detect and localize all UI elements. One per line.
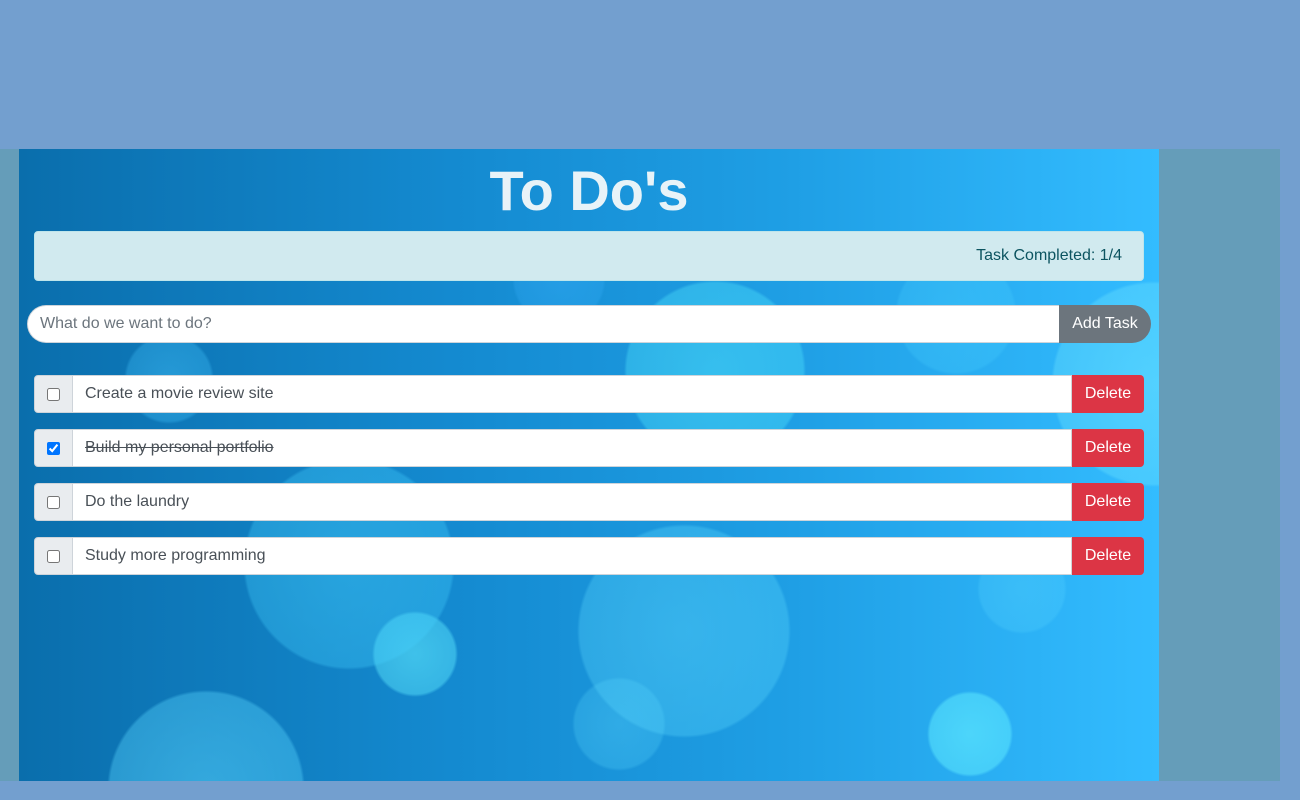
task-checkbox-cell	[34, 537, 73, 575]
task-row: Create a movie review site Delete	[34, 375, 1144, 413]
task-checkbox-cell	[34, 375, 73, 413]
task-completed-label: Task Completed: 1/4	[976, 247, 1122, 264]
task-text: Build my personal portfolio	[73, 429, 1072, 467]
page-title: To Do's	[489, 159, 689, 222]
task-text: Study more programming	[73, 537, 1072, 575]
task-row: Do the laundry Delete	[34, 483, 1144, 521]
delete-task-button[interactable]: Delete	[1072, 429, 1144, 467]
task-text: Do the laundry	[73, 483, 1072, 521]
task-row: Study more programming Delete	[34, 537, 1144, 575]
new-task-input[interactable]	[27, 305, 1059, 343]
add-task-button[interactable]: Add Task	[1059, 305, 1151, 343]
delete-task-button[interactable]: Delete	[1072, 483, 1144, 521]
add-task-form: Add Task	[27, 305, 1151, 343]
task-checkbox[interactable]	[47, 387, 60, 401]
task-text: Create a movie review site	[73, 375, 1072, 413]
task-list: Create a movie review site Delete Build …	[34, 375, 1144, 591]
task-checkbox-cell	[34, 429, 73, 467]
task-checkbox[interactable]	[47, 441, 60, 455]
task-row: Build my personal portfolio Delete	[34, 429, 1144, 467]
task-checkbox-cell	[34, 483, 73, 521]
todo-app: To Do's Task Completed: 1/4 Add Task Cre…	[19, 149, 1159, 781]
task-checkbox[interactable]	[47, 549, 60, 563]
task-completed-counter: Task Completed: 1/4	[34, 231, 1144, 281]
task-checkbox[interactable]	[47, 495, 60, 509]
delete-task-button[interactable]: Delete	[1072, 537, 1144, 575]
delete-task-button[interactable]: Delete	[1072, 375, 1144, 413]
